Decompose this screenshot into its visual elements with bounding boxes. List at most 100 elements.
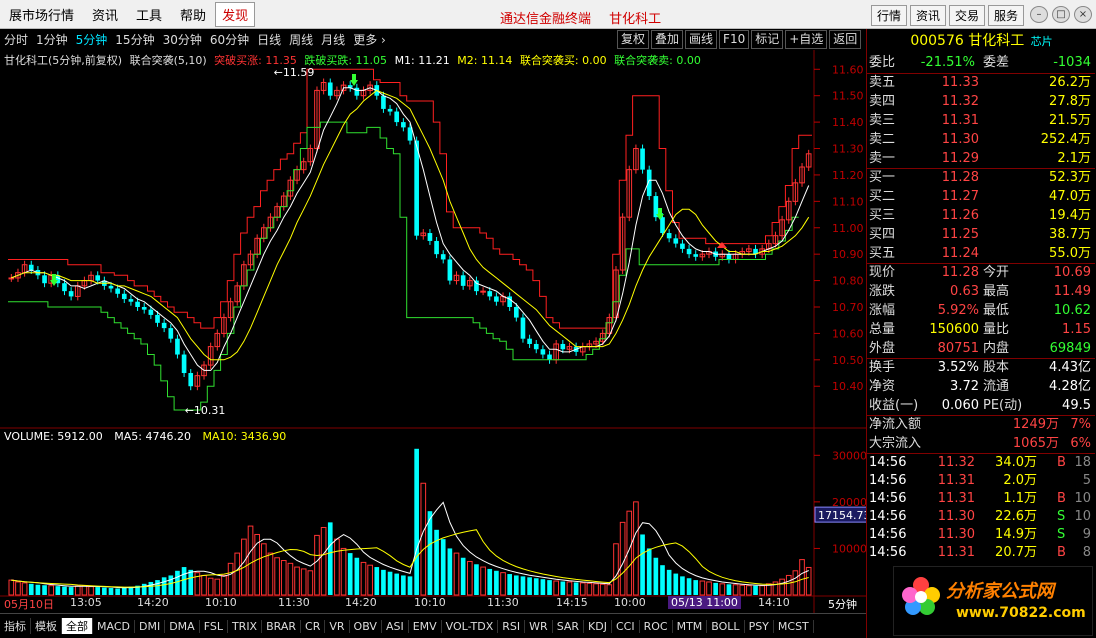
tick-volume: 2.0万 — [1003, 473, 1037, 488]
mark-button[interactable]: 标记 — [751, 30, 784, 49]
tf-30min[interactable]: 30分钟 — [159, 31, 206, 48]
legend-m1: M1: 11.21 — [394, 54, 450, 67]
service-button[interactable]: 服务 — [987, 5, 1024, 26]
adjust-button[interactable]: 复权 — [617, 30, 650, 49]
trade-button[interactable]: 交易 — [948, 5, 985, 26]
quote-row: 外盘 80751 内盘 69849 — [867, 339, 1093, 358]
volume-bar — [334, 538, 340, 596]
indicator-tab-vr[interactable]: VR — [325, 619, 350, 633]
volume-bar — [713, 582, 718, 595]
buy-price: 11.27 — [941, 189, 979, 204]
indicator-tab-trix[interactable]: TRIX — [228, 619, 263, 633]
volume-bar — [706, 581, 712, 596]
tf-5min[interactable]: 5分钟 — [72, 31, 112, 48]
overlay-button[interactable]: 叠加 — [651, 30, 684, 49]
quote-button[interactable]: 行情 — [870, 5, 907, 26]
indicator-tab-macd[interactable]: MACD — [93, 619, 135, 633]
tf-tick[interactable]: 分时 — [0, 31, 32, 48]
indicator-tab-asi[interactable]: ASI — [382, 619, 409, 633]
tf-week[interactable]: 周线 — [285, 31, 317, 48]
time-axis: 05月10日 13:05 14:20 10:10 11:30 14:20 10:10 11:3… — [0, 596, 866, 611]
draw-button[interactable]: 画线 — [685, 30, 718, 49]
tick-price: 11.30 — [937, 527, 975, 542]
volume-bar — [247, 525, 254, 596]
indicator-tab-boll[interactable]: BOLL — [707, 619, 745, 633]
tick-row: 14:56 11.31 20.7万 B 8 — [867, 543, 1093, 561]
tick-side: B — [1057, 455, 1066, 470]
candle-body — [42, 275, 47, 284]
candle-body — [533, 343, 539, 350]
close-icon[interactable]: × — [1074, 6, 1092, 23]
maximize-icon[interactable]: □ — [1052, 6, 1070, 23]
indicator-tab-obv[interactable]: OBV — [350, 619, 382, 633]
indicator-tab-sar[interactable]: SAR — [553, 619, 585, 633]
indicator-tab-cr[interactable]: CR — [301, 619, 326, 633]
tick-volume: 1.1万 — [1003, 491, 1037, 506]
volume-bar — [640, 534, 645, 595]
sell-price: 11.30 — [941, 132, 979, 147]
indicator-tab-模板[interactable]: 模板 — [31, 618, 62, 634]
stock-header: 000576 甘化科工 芯片 — [867, 29, 1096, 53]
indicator-tab-fsl[interactable]: FSL — [200, 619, 228, 633]
indicator-tab-dma[interactable]: DMA — [165, 619, 200, 633]
tf-day[interactable]: 日线 — [253, 31, 285, 48]
info-button[interactable]: 资讯 — [909, 5, 946, 26]
candle-body — [115, 288, 120, 294]
quote-value: 0.63 — [950, 284, 979, 299]
legend-vol-ma10: MA10: 3436.90 — [202, 430, 287, 443]
volume-bar — [35, 584, 41, 595]
minimize-icon[interactable]: – — [1030, 6, 1048, 23]
volume-bar — [573, 582, 579, 595]
add-watchlist-button[interactable]: +自选 — [785, 30, 828, 49]
menu-discover[interactable]: 发现 — [215, 1, 256, 27]
cursor-time-label: 05/13 11:00 — [668, 596, 741, 609]
candle-body — [8, 277, 15, 280]
indicator-tab-cci[interactable]: CCI — [612, 619, 640, 633]
legend-vol-ma5: MA5: 4746.20 — [114, 430, 191, 443]
candle-body — [68, 291, 74, 297]
flow-pct: 6% — [1070, 436, 1091, 451]
volume-bar — [460, 557, 466, 595]
tf-month[interactable]: 月线 — [317, 31, 349, 48]
indicator-tab-brar[interactable]: BRAR — [262, 619, 302, 633]
stock-chip-tag[interactable]: 芯片 — [1031, 35, 1053, 48]
volume-bar — [207, 577, 214, 596]
price-tick-label: 10.90 — [832, 248, 864, 261]
indicator-tab-emv[interactable]: EMV — [409, 619, 442, 633]
volume-bar — [8, 579, 15, 596]
tf-60min[interactable]: 60分钟 — [206, 31, 253, 48]
indicator-tab-指标[interactable]: 指标 — [0, 618, 31, 634]
indicator-tab-roc[interactable]: ROC — [640, 619, 673, 633]
tf-15min[interactable]: 15分钟 — [111, 31, 158, 48]
back-button[interactable]: 返回 — [829, 30, 862, 49]
candle-body — [135, 301, 140, 307]
volume-bar — [121, 587, 127, 595]
menu-market[interactable]: 展市场行情 — [0, 5, 83, 24]
indicator-tab-全部[interactable]: 全部 — [62, 618, 93, 634]
indicator-tab-rsi[interactable]: RSI — [498, 619, 526, 633]
tf-1min[interactable]: 1分钟 — [32, 31, 72, 48]
volume-bar — [520, 576, 526, 595]
buy-order-row: 买四 11.25 38.7万 — [867, 225, 1093, 244]
candle-body — [640, 148, 645, 170]
menu-news[interactable]: 资讯 — [83, 5, 127, 24]
volume-bar — [260, 543, 267, 596]
indicator-tab-kdj[interactable]: KDJ — [584, 619, 612, 633]
volume-bar — [161, 577, 167, 595]
indicator-tab-mcst[interactable]: MCST — [774, 619, 814, 633]
kline-chart[interactable]: 11.60 11.50 11.40 11.30 11.20 11.10 11.00 10.90… — [0, 50, 866, 615]
indicator-tab-psy[interactable]: PSY — [745, 619, 774, 633]
f10-button[interactable]: F10 — [719, 30, 750, 49]
indicator-tab-dmi[interactable]: DMI — [135, 619, 166, 633]
indicator-tab-mtm[interactable]: MTM — [673, 619, 708, 633]
low-price-label: ←10.31 — [185, 404, 226, 417]
time-axis-label: 10:10 — [205, 596, 237, 609]
volume-bar — [779, 578, 785, 596]
flow-label: 大宗流入 — [869, 436, 922, 451]
menu-tools[interactable]: 工具 — [127, 5, 171, 24]
menu-help[interactable]: 帮助 — [171, 5, 215, 24]
tf-more[interactable]: 更多 › — [349, 31, 390, 48]
candle-body — [666, 233, 672, 239]
indicator-tab-wr[interactable]: WR — [525, 619, 553, 633]
indicator-tab-vol-tdx[interactable]: VOL-TDX — [442, 619, 499, 633]
